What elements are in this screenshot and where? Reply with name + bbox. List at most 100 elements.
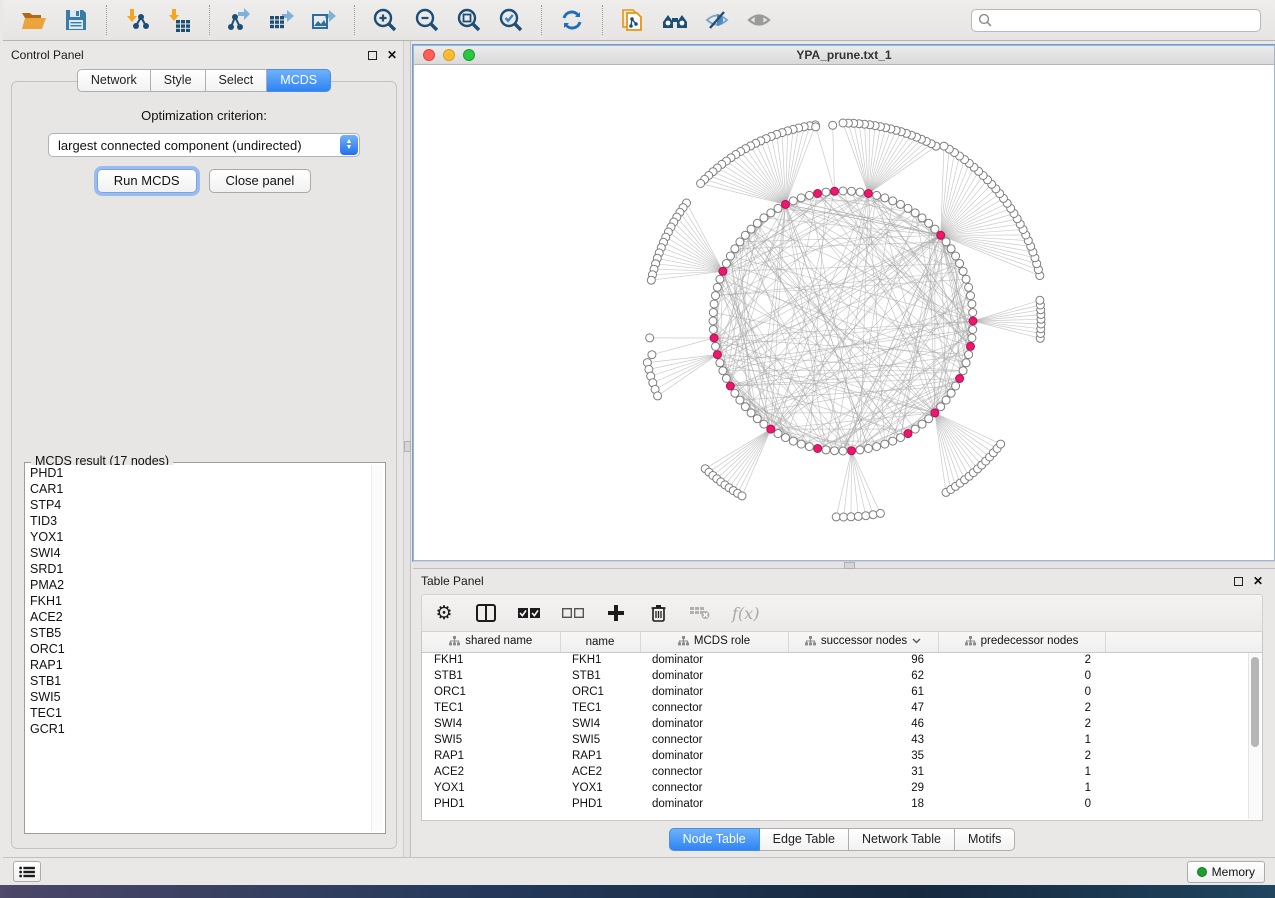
table-cell[interactable]: 31: [788, 764, 938, 780]
mcds-node[interactable]: [719, 267, 727, 275]
table-cell[interactable]: [1105, 652, 1262, 668]
table-cell[interactable]: FKH1: [422, 652, 560, 668]
network-node[interactable]: [962, 359, 970, 367]
show-columns-icon[interactable]: [476, 602, 496, 624]
search-network-icon[interactable]: [658, 4, 692, 36]
mcds-result-item[interactable]: TEC1: [27, 705, 371, 721]
network-node[interactable]: [959, 367, 967, 375]
table-cell[interactable]: [1105, 684, 1262, 700]
table-cell[interactable]: FKH1: [560, 652, 640, 668]
mcds-result-item[interactable]: RAP1: [27, 657, 371, 673]
mcds-node[interactable]: [713, 351, 721, 359]
mcds-node[interactable]: [831, 187, 839, 195]
table-cell[interactable]: SWI4: [560, 716, 640, 732]
mcds-result-item[interactable]: PMA2: [27, 577, 371, 593]
table-cell[interactable]: ORC1: [422, 684, 560, 700]
network-node[interactable]: [822, 446, 830, 454]
network-node[interactable]: [760, 214, 768, 222]
table-cell[interactable]: 43: [788, 732, 938, 748]
zoom-in-icon[interactable]: [368, 4, 402, 36]
zoom-out-icon[interactable]: [410, 4, 444, 36]
network-node[interactable]: [747, 409, 755, 417]
network-node[interactable]: [840, 513, 848, 521]
table-cell[interactable]: dominator: [640, 748, 788, 764]
table-row[interactable]: RAP1RAP1dominator352: [422, 748, 1262, 764]
network-node[interactable]: [829, 121, 837, 129]
table-cell[interactable]: [1105, 732, 1262, 748]
import-network-icon[interactable]: [120, 4, 154, 36]
network-node[interactable]: [747, 225, 755, 233]
table-cell[interactable]: [1105, 764, 1262, 780]
table-cell[interactable]: dominator: [640, 668, 788, 684]
table-cell[interactable]: dominator: [640, 684, 788, 700]
mcds-result-item[interactable]: SWI4: [27, 545, 371, 561]
network-node[interactable]: [722, 260, 730, 268]
network-node[interactable]: [942, 238, 950, 246]
network-node[interactable]: [782, 434, 790, 442]
table-row[interactable]: SWI4SWI4dominator462: [422, 716, 1262, 732]
table-row[interactable]: YOX1YOX1connector291: [422, 780, 1262, 796]
splitter-handle[interactable]: [404, 441, 411, 452]
run-mcds-button[interactable]: Run MCDS: [97, 169, 197, 193]
network-node[interactable]: [918, 420, 926, 428]
network-node[interactable]: [940, 142, 948, 150]
table-cell[interactable]: [1105, 796, 1262, 812]
column-header-predecessor-nodes[interactable]: predecessor nodes: [938, 632, 1105, 652]
network-node[interactable]: [709, 309, 717, 317]
add-column-icon[interactable]: [606, 602, 626, 624]
table-row[interactable]: SWI5SWI5connector431: [422, 732, 1262, 748]
network-node[interactable]: [812, 123, 820, 131]
table-cell[interactable]: dominator: [640, 652, 788, 668]
network-node[interactable]: [789, 437, 797, 445]
search-input[interactable]: [996, 13, 1254, 27]
zoom-fit-icon[interactable]: [452, 4, 486, 36]
network-node[interactable]: [925, 415, 933, 423]
table-cell[interactable]: TEC1: [422, 700, 560, 716]
float-panel-icon[interactable]: [368, 51, 377, 60]
table-cell[interactable]: 18: [788, 796, 938, 812]
column-header-shared-name[interactable]: shared name: [422, 632, 560, 652]
table-cell[interactable]: dominator: [640, 716, 788, 732]
network-node[interactable]: [911, 209, 919, 217]
network-node[interactable]: [862, 512, 870, 520]
table-cell[interactable]: SWI5: [422, 732, 560, 748]
network-node[interactable]: [969, 326, 977, 334]
network-node[interactable]: [918, 214, 926, 222]
network-node[interactable]: [716, 275, 724, 283]
mcds-result-item[interactable]: PHD1: [27, 465, 371, 481]
hide-unselected-icon[interactable]: [700, 4, 734, 36]
table-cell[interactable]: STB1: [422, 668, 560, 684]
table-cell[interactable]: 46: [788, 716, 938, 732]
network-node[interactable]: [847, 513, 855, 521]
network-window-titlebar[interactable]: YPA_prune.txt_1: [414, 46, 1274, 65]
mcds-node[interactable]: [814, 445, 822, 453]
table-cell[interactable]: 2: [938, 716, 1105, 732]
network-node[interactable]: [753, 219, 761, 227]
network-node[interactable]: [736, 238, 744, 246]
network-search-box[interactable]: [971, 9, 1261, 32]
network-node[interactable]: [839, 447, 847, 455]
close-panel-button[interactable]: Close panel: [209, 169, 312, 193]
network-node[interactable]: [904, 204, 912, 212]
table-scrollbar[interactable]: [1248, 653, 1261, 819]
table-cell[interactable]: connector: [640, 700, 788, 716]
tab-network[interactable]: Network: [77, 69, 151, 92]
table-cell[interactable]: 1: [938, 764, 1105, 780]
network-node[interactable]: [876, 509, 884, 517]
network-node[interactable]: [648, 351, 656, 359]
table-cell[interactable]: 96: [788, 652, 938, 668]
table-settings-gear-icon[interactable]: ⚙: [434, 602, 454, 624]
network-node[interactable]: [965, 283, 973, 291]
network-node[interactable]: [942, 396, 950, 404]
table-cell[interactable]: ACE2: [560, 764, 640, 780]
mcds-result-item[interactable]: STB5: [27, 625, 371, 641]
network-node[interactable]: [856, 188, 864, 196]
table-cell[interactable]: 35: [788, 748, 938, 764]
table-cell[interactable]: RAP1: [560, 748, 640, 764]
optimization-criterion-select[interactable]: largest connected component (undirected)…: [48, 133, 360, 157]
table-cell[interactable]: PHD1: [422, 796, 560, 812]
table-cell[interactable]: 47: [788, 700, 938, 716]
select-all-columns-icon[interactable]: [518, 602, 540, 624]
deselect-all-columns-icon[interactable]: [562, 602, 584, 624]
export-image-icon[interactable]: [307, 4, 341, 36]
